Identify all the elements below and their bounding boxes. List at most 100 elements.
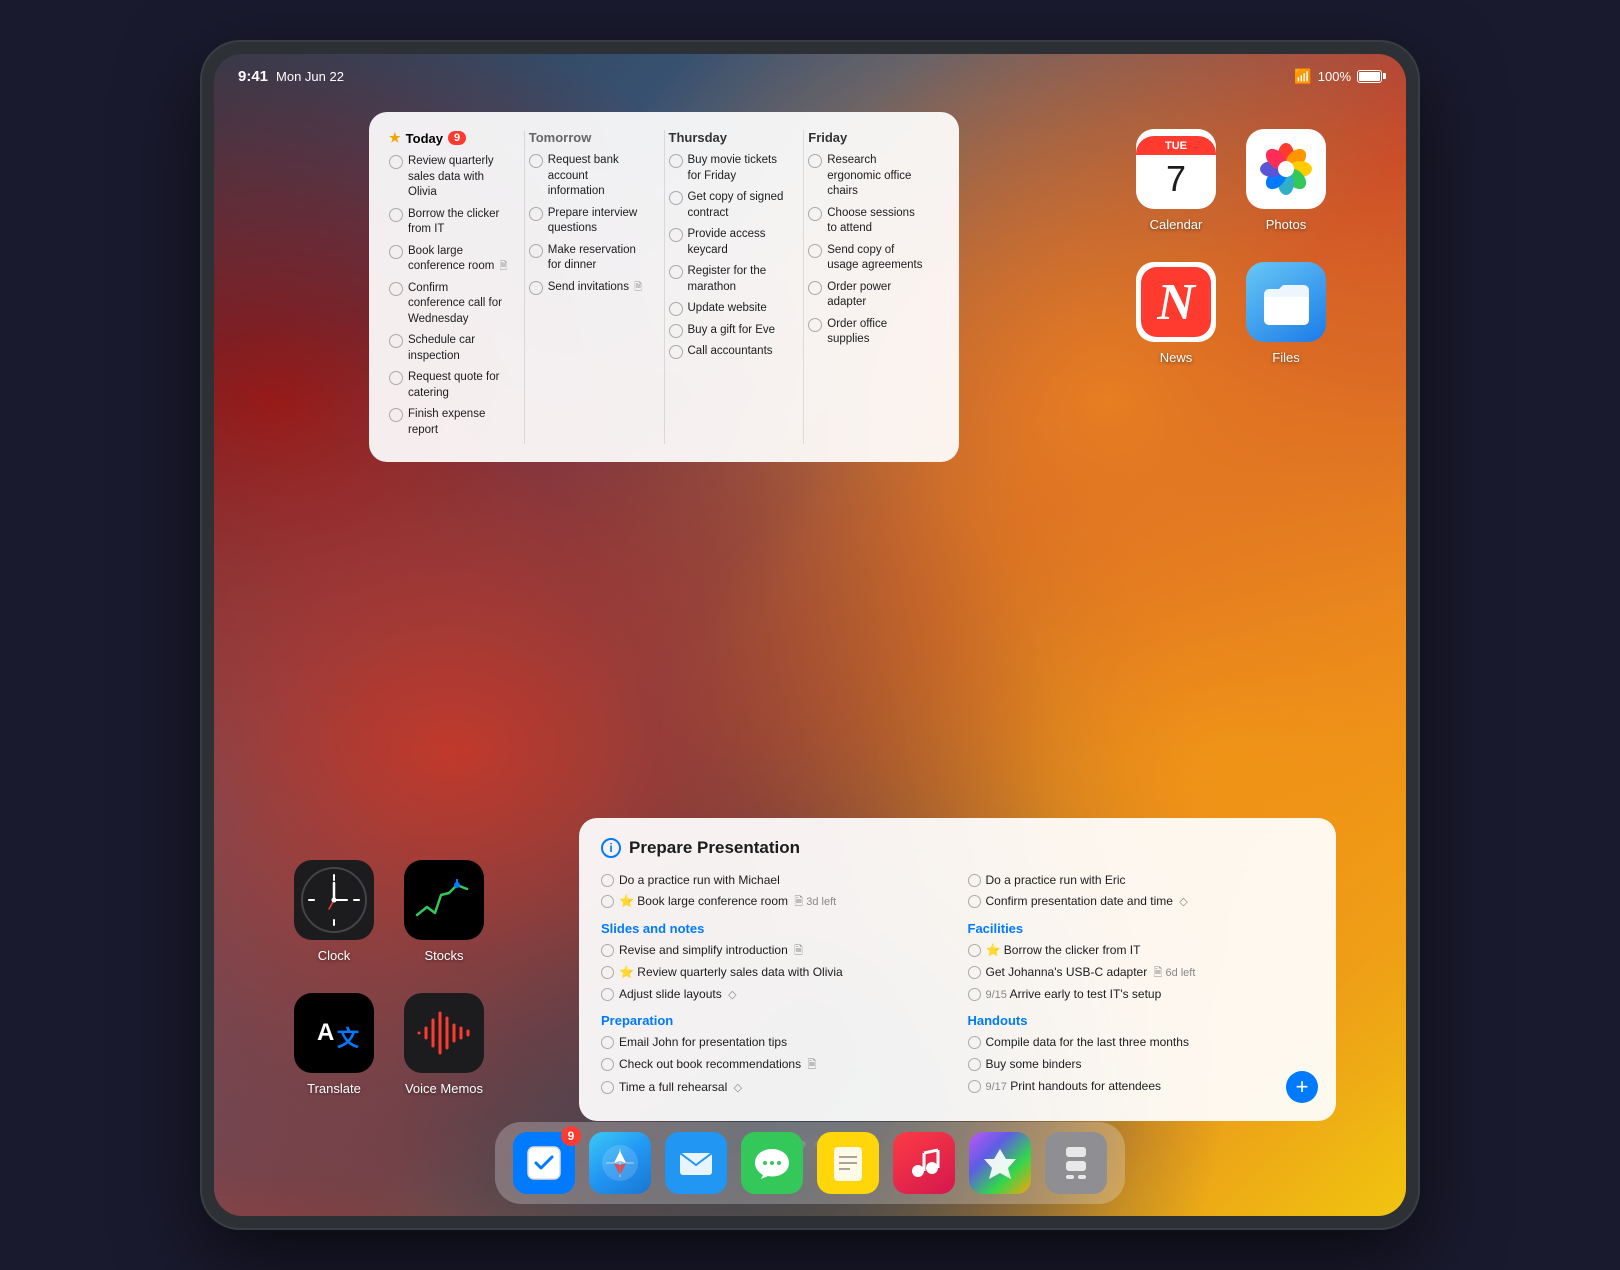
- pres-task[interactable]: Confirm presentation date and time ◇: [968, 893, 1315, 910]
- slides-notes-section: Slides and notes: [601, 921, 948, 936]
- task-circle: [389, 245, 403, 259]
- tomorrow-task-4[interactable]: Send invitations 🗎: [529, 280, 648, 296]
- pres-task[interactable]: Compile data for the last three months: [968, 1034, 1315, 1051]
- today-task-4[interactable]: Confirm conference call for Wednesday: [389, 281, 508, 328]
- files-app[interactable]: Files: [1246, 262, 1326, 365]
- task-text: Buy a gift for Eve: [688, 323, 776, 339]
- calendar-app[interactable]: TUE 7 Calendar: [1136, 129, 1216, 232]
- thursday-task-4[interactable]: Register for the marathon: [669, 264, 788, 295]
- dock-notes-app[interactable]: [817, 1132, 879, 1194]
- stocks-label: Stocks: [424, 948, 463, 963]
- thursday-column: Thursday Buy movie tickets for Friday Ge…: [669, 130, 800, 444]
- friday-task-1[interactable]: Research ergonomic office chairs: [808, 153, 927, 200]
- today-task-5[interactable]: Schedule car inspection: [389, 333, 508, 364]
- pres-task[interactable]: Email John for presentation tips: [601, 1034, 948, 1051]
- task-text: Do a practice run with Michael: [619, 872, 780, 889]
- task-circle: [669, 154, 683, 168]
- friday-task-3[interactable]: Send copy of usage agreements: [808, 243, 927, 274]
- task-circle: [968, 1058, 981, 1071]
- news-app[interactable]: N News: [1136, 262, 1216, 365]
- task-circle: [601, 1036, 614, 1049]
- reminders-widget-top[interactable]: ★ Today 9 Review quarterly sales data wi…: [369, 112, 959, 462]
- top-right-apps: TUE 7 Calendar: [1136, 129, 1326, 365]
- task-circle: [808, 154, 822, 168]
- pres-task[interactable]: 9/17 Print handouts for attendees: [968, 1078, 1315, 1095]
- add-task-button[interactable]: +: [1286, 1071, 1318, 1103]
- task-text: Call accountants: [688, 344, 773, 360]
- files-icon: [1246, 262, 1326, 342]
- pres-task[interactable]: ⭐ Review quarterly sales data with Olivi…: [601, 964, 948, 981]
- news-icon: N: [1136, 262, 1216, 342]
- handouts-section: Handouts: [968, 1013, 1315, 1028]
- news-label: News: [1160, 350, 1193, 365]
- thursday-task-3[interactable]: Provide access keycard: [669, 227, 788, 258]
- today-task-7[interactable]: Finish expense report: [389, 407, 508, 438]
- friday-task-5[interactable]: Order office supplies: [808, 317, 927, 348]
- today-task-3[interactable]: Book large conference room 🗎: [389, 244, 508, 275]
- task-text: Email John for presentation tips: [619, 1034, 787, 1051]
- today-task-2[interactable]: Borrow the clicker from IT: [389, 207, 508, 238]
- photos-label: Photos: [1266, 217, 1306, 232]
- pres-task[interactable]: Revise and simplify introduction 🗎: [601, 942, 948, 959]
- task-circle: [968, 944, 981, 957]
- thursday-task-7[interactable]: Call accountants: [669, 344, 788, 360]
- dock-messages-app[interactable]: [741, 1132, 803, 1194]
- thursday-task-6[interactable]: Buy a gift for Eve: [669, 323, 788, 339]
- pres-task[interactable]: Time a full rehearsal ◇: [601, 1079, 948, 1096]
- task-circle: [968, 988, 981, 1001]
- battery-percent: 100%: [1318, 69, 1351, 84]
- friday-task-2[interactable]: Choose sessions to attend: [808, 206, 927, 237]
- thursday-task-1[interactable]: Buy movie tickets for Friday: [669, 153, 788, 184]
- today-task-1[interactable]: Review quarterly sales data with Olivia: [389, 154, 508, 201]
- pres-task[interactable]: Adjust slide layouts ◇: [601, 986, 948, 1003]
- dock-shortcuts-app[interactable]: [969, 1132, 1031, 1194]
- dock-mail-app[interactable]: [665, 1132, 727, 1194]
- dock-safari-app[interactable]: [589, 1132, 651, 1194]
- svg-text:文: 文: [337, 1026, 360, 1051]
- task-circle: [669, 324, 683, 338]
- task-circle: [669, 265, 683, 279]
- task-text: Confirm presentation date and time ◇: [986, 893, 1188, 910]
- battery-icon: [1357, 70, 1382, 83]
- photos-app[interactable]: Photos: [1246, 129, 1326, 232]
- pres-task[interactable]: Do a practice run with Michael: [601, 872, 948, 889]
- task-text: Request quote for catering: [408, 370, 508, 401]
- task-text: Adjust slide layouts ◇: [619, 986, 737, 1003]
- thursday-task-5[interactable]: Update website: [669, 301, 788, 317]
- task-text: ⭐ Review quarterly sales data with Olivi…: [619, 964, 843, 981]
- task-text: Register for the marathon: [688, 264, 788, 295]
- pres-content: Do a practice run with Michael ⭐ Book la…: [601, 872, 1314, 1101]
- stocks-app[interactable]: Stocks: [404, 860, 484, 963]
- dock-music-app[interactable]: [893, 1132, 955, 1194]
- today-task-6[interactable]: Request quote for catering: [389, 370, 508, 401]
- task-text: Revise and simplify introduction 🗎: [619, 942, 803, 959]
- task-circle: [669, 191, 683, 205]
- task-circle: [808, 318, 822, 332]
- dock-reminders-app[interactable]: 9: [513, 1132, 575, 1194]
- task-text: Provide access keycard: [688, 227, 788, 258]
- presentation-widget[interactable]: i Prepare Presentation Do a practice run…: [579, 818, 1336, 1121]
- tomorrow-task-1[interactable]: Request bank account information: [529, 153, 648, 200]
- task-text: Finish expense report: [408, 407, 508, 438]
- pres-task[interactable]: ⭐ Book large conference room 🗎 3d left: [601, 893, 948, 910]
- pres-task[interactable]: ⭐ Borrow the clicker from IT: [968, 942, 1315, 959]
- pres-task[interactable]: Do a practice run with Eric: [968, 872, 1315, 889]
- task-text: ⭐ Borrow the clicker from IT: [986, 942, 1141, 959]
- translate-app[interactable]: A 文 Translate: [294, 993, 374, 1096]
- thursday-task-2[interactable]: Get copy of signed contract: [669, 190, 788, 221]
- clock-app[interactable]: Clock: [294, 860, 374, 963]
- photos-icon: [1246, 129, 1326, 209]
- friday-task-4[interactable]: Order power adapter: [808, 280, 927, 311]
- tomorrow-task-2[interactable]: Prepare interview questions: [529, 206, 648, 237]
- tomorrow-task-3[interactable]: Make reservation for dinner: [529, 243, 648, 274]
- task-circle: [529, 244, 543, 258]
- files-label: Files: [1272, 350, 1299, 365]
- voice-memos-app[interactable]: Voice Memos: [404, 993, 484, 1096]
- pres-task[interactable]: Get Johanna's USB-C adapter 🗎 6d left: [968, 964, 1315, 981]
- pres-task[interactable]: Check out book recommendations 🗎: [601, 1056, 948, 1073]
- task-text: Time a full rehearsal ◇: [619, 1079, 742, 1096]
- pres-task[interactable]: Buy some binders: [968, 1056, 1315, 1073]
- pres-task[interactable]: 9/15 Arrive early to test IT's setup: [968, 986, 1315, 1003]
- task-circle: [601, 874, 614, 887]
- dock-remote-app[interactable]: [1045, 1132, 1107, 1194]
